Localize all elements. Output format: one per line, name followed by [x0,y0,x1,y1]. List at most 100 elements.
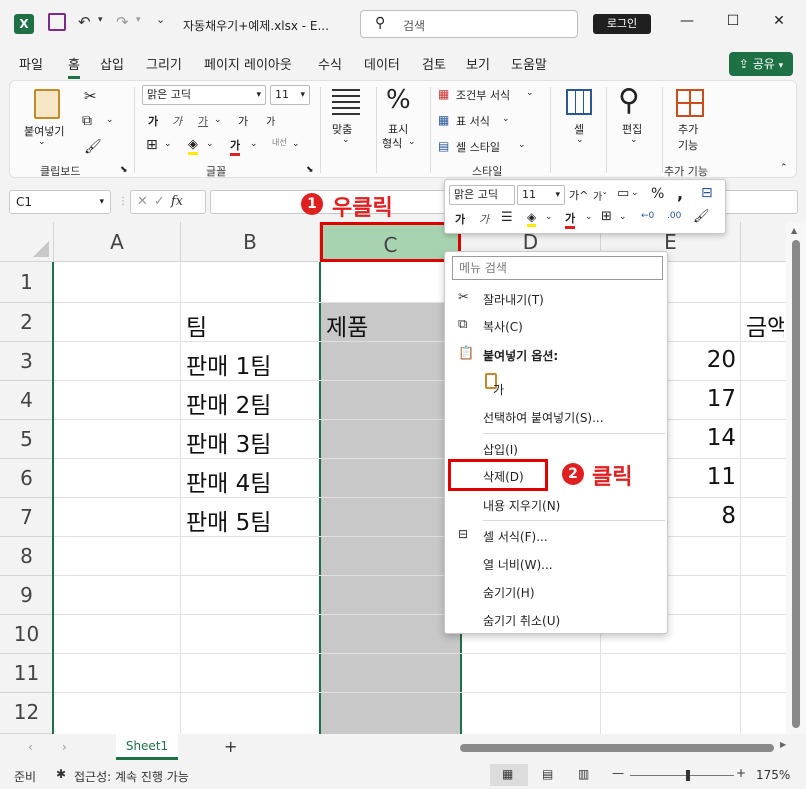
row-header[interactable]: 9 [0,576,54,615]
grow-font-button[interactable]: 가 [238,113,248,129]
paste-dropdown-icon[interactable]: ⌄ [38,137,46,147]
font-launcher-icon[interactable]: ⬊ [306,165,314,175]
minimize-icon[interactable]: — [672,13,702,29]
row-header[interactable]: 2 [0,303,54,342]
format-painter-icon[interactable]: 🖌 [84,139,102,155]
horizontal-scrollbar[interactable] [460,744,774,752]
maximize-icon[interactable]: ☐ [718,13,748,29]
prev-sheet-icon[interactable]: ‹ [28,740,33,754]
search-input[interactable]: ⚲ 검색 [360,10,578,38]
row-header[interactable]: 12 [0,693,54,734]
number-format-dropdown-icon[interactable]: ⌄ [408,137,416,147]
column-header-b[interactable]: B [181,222,320,262]
cell-b3[interactable]: 판매 1팀 [186,347,271,381]
add-ins-label[interactable]: 기능 [678,137,698,153]
login-button[interactable]: 로그인 [593,14,651,34]
chevron-down-icon[interactable]: ⌄ [518,140,526,150]
conditional-format-button[interactable]: 조건부 서식 [456,87,510,103]
chevron-down-icon[interactable]: ⌄ [631,188,639,198]
row-header[interactable]: 3 [0,342,54,381]
menu-item-hide[interactable]: 숨기기(H) [445,579,667,605]
zoom-level[interactable]: 175% [756,768,790,782]
percent-icon[interactable]: % [386,85,411,115]
paste-icon[interactable] [34,89,60,119]
editing-search-icon[interactable]: ⚲ [618,83,640,118]
cell-e4[interactable]: 17 [660,386,736,412]
tab-file[interactable]: 파일 [19,54,43,73]
insert-function-button[interactable]: fx [171,194,183,209]
chevron-down-icon[interactable]: ⌄ [585,212,593,222]
menu-item-column-width[interactable]: 열 너비(W)... [445,551,667,577]
alignment-icon[interactable] [332,89,360,117]
cut-icon[interactable]: ✂ [84,87,97,105]
row-header[interactable]: 4 [0,381,54,420]
font-color-button[interactable]: 가 [230,137,241,156]
mini-bold-icon[interactable]: 가 [455,211,465,227]
mini-increase-decimal-icon[interactable]: ←0 [641,211,654,221]
underline-dropdown-icon[interactable]: ⌄ [214,115,222,125]
menu-item-clear-contents[interactable]: 내용 지우기(N) [445,492,667,518]
clipboard-launcher-icon[interactable]: ⬊ [120,165,128,175]
collapse-ribbon-icon[interactable]: ⌃ [780,163,788,173]
redo-icon[interactable]: ↷ [116,13,129,31]
mini-font-color-icon[interactable]: 가 [565,210,576,229]
scroll-up-icon[interactable]: ▲ [791,226,797,235]
cell-b5[interactable]: 판매 3팀 [186,425,271,459]
cell-e6[interactable]: 11 [660,464,736,490]
cells-dropdown-icon[interactable]: ⌄ [576,135,584,145]
menu-item-cut[interactable]: ✂ 잘라내기(T) [445,286,667,312]
menu-item-format-cells[interactable]: ⊟ 셀 서식(F)... [445,523,667,549]
zoom-out-icon[interactable]: — [612,766,624,780]
mini-format-painter-icon[interactable]: 🖌 [693,209,710,224]
format-table-button[interactable]: 표 서식 [456,113,490,129]
zoom-slider-thumb[interactable] [686,770,690,781]
cell-b7[interactable]: 판매 5팀 [186,503,271,537]
cancel-icon[interactable]: ✕ [137,194,154,209]
alignment-dropdown-icon[interactable]: ⌄ [342,135,350,145]
accessibility-status[interactable]: 접근성: 계속 진행 가능 [74,768,189,785]
chevron-down-icon[interactable]: ⌄ [502,114,510,124]
cell-e3[interactable]: 20 [660,347,736,373]
add-ins-button[interactable]: 추가 [678,121,698,137]
tab-review[interactable]: 검토 [422,54,446,73]
row-header[interactable]: 5 [0,420,54,459]
zoom-in-icon[interactable]: + [736,766,746,780]
row-header[interactable]: 7 [0,498,54,537]
cell-e7[interactable]: 8 [660,503,736,529]
chevron-down-icon[interactable]: ▾ [99,191,104,213]
tab-formulas[interactable]: 수식 [318,54,342,73]
scroll-right-icon[interactable]: ▶ [780,740,786,749]
italic-button[interactable]: 가 [172,113,182,129]
phonetic-dropdown-icon[interactable]: ⌄ [292,139,300,149]
mini-font-size-select[interactable]: 11 ▾ [517,185,565,205]
paste-option-icon[interactable]: 가 [483,373,509,399]
chevron-down-icon[interactable]: ⌄ [526,88,534,98]
mini-merge-icon[interactable]: ⊟ [701,185,713,201]
fill-color-dropdown-icon[interactable]: ⌄ [206,139,214,149]
mini-shrink-font-icon[interactable]: 가ˇ [593,188,607,203]
fill-color-icon[interactable]: ◈ [188,137,198,155]
row-header[interactable]: 8 [0,537,54,576]
column-header-c[interactable]: C [320,222,461,262]
mini-decrease-decimal-icon[interactable]: .00 [667,211,681,221]
cell-c2[interactable]: 제품 [326,308,368,342]
number-format-label[interactable]: 형식 [382,135,402,151]
zoom-slider[interactable] [630,775,734,776]
mini-grow-font-icon[interactable]: 가^ [569,187,588,203]
enter-icon[interactable]: ✓ [154,194,171,209]
border-icon[interactable]: ⊞ [146,137,158,153]
tab-page-layout[interactable]: 페이지 레이아웃 [204,54,292,73]
chevron-down-icon[interactable]: ⌄ [545,212,553,222]
menu-item-copy[interactable]: ⧉ 복사(C) [445,313,667,339]
row-header[interactable]: 11 [0,654,54,693]
copy-dropdown-icon[interactable]: ⌄ [106,115,114,125]
cell-b2[interactable]: 팀 [186,308,207,342]
add-sheet-button[interactable]: + [224,737,237,756]
sheet-tab-sheet1[interactable]: Sheet1 [116,734,178,760]
cell-e5[interactable]: 14 [660,425,736,451]
page-layout-view-icon[interactable]: ▤ [542,767,553,781]
mini-italic-icon[interactable]: 가 [479,211,489,227]
close-icon[interactable]: ✕ [764,13,794,29]
menu-item-unhide[interactable]: 숨기기 취소(U) [445,607,667,633]
cell-f2[interactable]: 금액 [746,315,784,341]
